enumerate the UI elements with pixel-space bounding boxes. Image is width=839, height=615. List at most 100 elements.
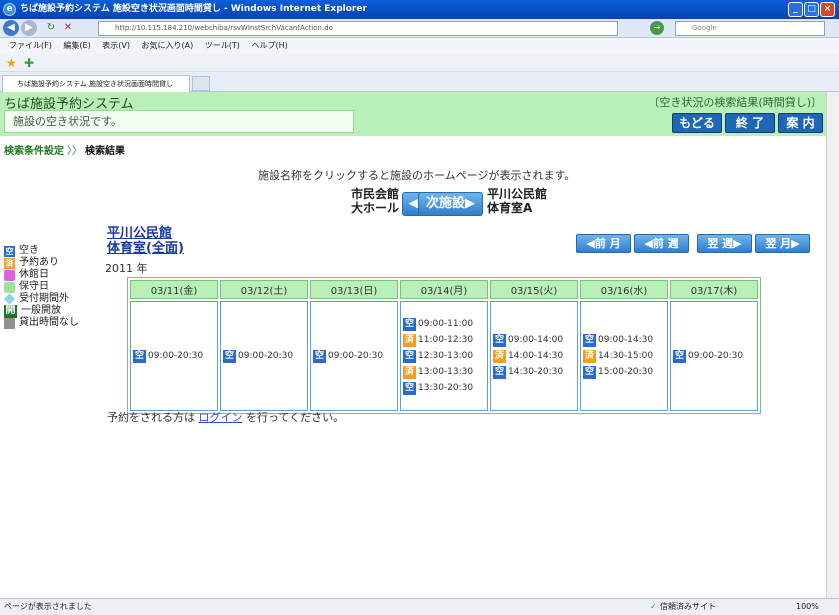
slot-time: 09:00-20:30 bbox=[238, 351, 294, 361]
next-month-button[interactable]: 翌 月▶ bbox=[755, 234, 810, 253]
available-icon: 空 bbox=[313, 349, 326, 363]
legend-label: 一般開放 bbox=[21, 305, 61, 316]
reserved-icon: 済 bbox=[4, 257, 15, 269]
prev-facility-name: 市民会館 大ホール bbox=[289, 187, 399, 215]
tab-active[interactable]: ちば施設予約システム 施設空き状況画面時間貸し bbox=[2, 75, 190, 92]
notice-box: 施設の空き状況です。 bbox=[4, 110, 354, 133]
legend-label: 貸出時間なし bbox=[19, 317, 79, 328]
day-header: 03/17(木) bbox=[670, 280, 758, 299]
menu-view[interactable]: 表示(V) bbox=[102, 38, 130, 54]
slot-time: 11:00-12:30 bbox=[418, 335, 474, 345]
end-button[interactable]: 終 了 bbox=[725, 113, 775, 133]
back-arrow-icon[interactable]: ◀ bbox=[3, 20, 19, 36]
new-tab-button[interactable] bbox=[192, 76, 210, 91]
out-of-period-icon bbox=[4, 293, 15, 305]
status-text: ページが表示されました bbox=[4, 602, 92, 611]
forward-arrow-icon[interactable]: ▶ bbox=[21, 20, 37, 36]
browser-window: e ちば施設予約システム 施設空き状況画面時間貸し - Windows Inte… bbox=[0, 0, 839, 615]
day-header: 03/14(月) bbox=[400, 280, 488, 299]
vertical-scrollbar[interactable] bbox=[826, 92, 839, 598]
refresh-icon[interactable]: ↻ bbox=[43, 20, 59, 36]
next-facility-line2: 体育室A bbox=[487, 201, 533, 215]
slot-time: 09:00-14:00 bbox=[508, 335, 564, 345]
menu-help[interactable]: ヘルプ(H) bbox=[251, 38, 287, 54]
legend-item-maintenance-day: 保守日 bbox=[4, 281, 79, 293]
day-header: 03/15(火) bbox=[490, 280, 578, 299]
slot-time: 09:00-20:30 bbox=[148, 351, 204, 361]
reserved-icon: 済 bbox=[493, 349, 506, 363]
available-icon: 空 bbox=[133, 349, 146, 363]
legend-item-available: 空空き bbox=[4, 245, 79, 257]
slot-available[interactable]: 空 14:30-20:30 bbox=[493, 364, 575, 380]
window-titlebar: e ちば施設予約システム 施設空き状況画面時間貸し - Windows Inte… bbox=[0, 0, 839, 19]
menu-tools[interactable]: ツール(T) bbox=[205, 38, 240, 54]
slot-time: 14:30-15:00 bbox=[598, 351, 654, 361]
guide-button[interactable]: 案 内 bbox=[778, 113, 823, 133]
zoom-level[interactable]: 100% bbox=[796, 599, 819, 615]
slot-available[interactable]: 空 09:00-14:00 bbox=[493, 332, 575, 348]
slot-available[interactable]: 空 09:00-14:30 bbox=[583, 332, 665, 348]
slot-time: 14:30-20:30 bbox=[508, 367, 564, 377]
slot-available[interactable]: 空 13:30-20:30 bbox=[403, 380, 485, 396]
slot-available[interactable]: 空 09:00-11:00 bbox=[403, 316, 485, 332]
slot-available[interactable]: 空 09:00-20:30 bbox=[223, 348, 305, 364]
address-input[interactable]: http://10.115.184.210/webchiba/rsvWInstS… bbox=[98, 21, 618, 36]
tab-title: ちば施設予約システム 施設空き状況画面時間貸し bbox=[17, 80, 174, 88]
zone-text: 信頼済みサイト bbox=[660, 602, 716, 611]
available-icon: 空 bbox=[583, 333, 596, 347]
go-arrow-icon[interactable]: → bbox=[650, 21, 664, 35]
maximize-icon[interactable]: □ bbox=[804, 2, 819, 17]
menu-file[interactable]: ファイル(F) bbox=[9, 38, 52, 54]
slot-available[interactable]: 空 09:00-20:30 bbox=[133, 348, 215, 364]
menu-edit[interactable]: 編集(E) bbox=[63, 38, 90, 54]
facility-name-link[interactable]: 平川公民館 体育室(全面) bbox=[107, 226, 184, 256]
slot-available[interactable]: 空 09:00-20:30 bbox=[673, 348, 755, 364]
available-icon: 空 bbox=[223, 349, 236, 363]
slot-time: 13:30-20:30 bbox=[418, 383, 474, 393]
reserved-icon: 済 bbox=[583, 349, 596, 363]
available-icon: 空 bbox=[403, 317, 416, 331]
slot-available[interactable]: 空 09:00-20:30 bbox=[313, 348, 395, 364]
slot-available[interactable]: 空 12:30-13:00 bbox=[403, 348, 485, 364]
favorites-bar: ★ ✚ bbox=[0, 54, 839, 72]
next-facility-button[interactable]: 次施設▶ bbox=[418, 192, 483, 216]
next-facility-name: 平川公民館 体育室A bbox=[487, 187, 547, 215]
minimize-icon[interactable]: _ bbox=[788, 2, 803, 17]
available-icon: 空 bbox=[673, 349, 686, 363]
slot-time: 14:00-14:30 bbox=[508, 351, 564, 361]
available-icon: 空 bbox=[4, 245, 15, 257]
menu-bar: ファイル(F) 編集(E) 表示(V) お気に入り(A) ツール(T) ヘルプ(… bbox=[0, 38, 839, 54]
search-input[interactable]: Google bbox=[675, 21, 825, 36]
legend-item-public-open: 開一般開放 bbox=[4, 304, 79, 318]
page-subtitle: 〔空き状況の検索結果(時間貸し)〕 bbox=[648, 96, 822, 109]
tab-bar: ちば施設予約システム 施設空き状況画面時間貸し bbox=[0, 72, 839, 92]
day-header: 03/16(水) bbox=[580, 280, 668, 299]
next-week-button[interactable]: 翌 週▶ bbox=[697, 234, 752, 253]
public-open-icon: 開 bbox=[4, 304, 17, 318]
slot-reserved: 済 13:00-13:30 bbox=[403, 364, 485, 380]
stop-icon[interactable]: ✕ bbox=[60, 20, 76, 36]
legend-item-reserved: 済予約あり bbox=[4, 257, 79, 269]
maintenance-day-icon bbox=[4, 281, 15, 293]
prev-week-button[interactable]: ◀前 週 bbox=[634, 234, 689, 253]
favorites-star-icon[interactable]: ★ bbox=[6, 56, 17, 70]
year-label: 2011 年 bbox=[105, 262, 148, 275]
login-text-after: を行ってください。 bbox=[246, 411, 345, 424]
info-text: 施設名称をクリックすると施設のホームページが表示されます。 bbox=[258, 169, 576, 182]
legend-item-closed-day: 休館日 bbox=[4, 269, 79, 281]
close-icon[interactable]: × bbox=[820, 2, 835, 17]
legend-item-no-rental: 貸出時間なし bbox=[4, 317, 79, 329]
page-header: ちば施設予約システム 〔空き状況の検索結果(時間貸し)〕 施設の空き状況です。 … bbox=[0, 92, 826, 136]
login-link[interactable]: ログイン bbox=[199, 411, 243, 424]
prev-month-button[interactable]: ◀前 月 bbox=[576, 234, 631, 253]
slot-available[interactable]: 空 15:00-20:30 bbox=[583, 364, 665, 380]
menu-favorites[interactable]: お気に入り(A) bbox=[142, 38, 194, 54]
breadcrumb-search-conditions[interactable]: 検索条件設定 bbox=[4, 146, 64, 157]
day-cell: 空 09:00-14:30 済 14:30-15:00 空 15:00-20:30 bbox=[580, 301, 668, 411]
ie-logo-icon: e bbox=[3, 3, 16, 16]
add-favorite-icon[interactable]: ✚ bbox=[24, 56, 34, 70]
slot-reserved: 済 14:30-15:00 bbox=[583, 348, 665, 364]
back-button[interactable]: もどる bbox=[672, 113, 722, 133]
prev-facility-line1: 市民会館 bbox=[350, 187, 399, 201]
legend-item-out-of-period: 受付期間外 bbox=[4, 293, 79, 305]
